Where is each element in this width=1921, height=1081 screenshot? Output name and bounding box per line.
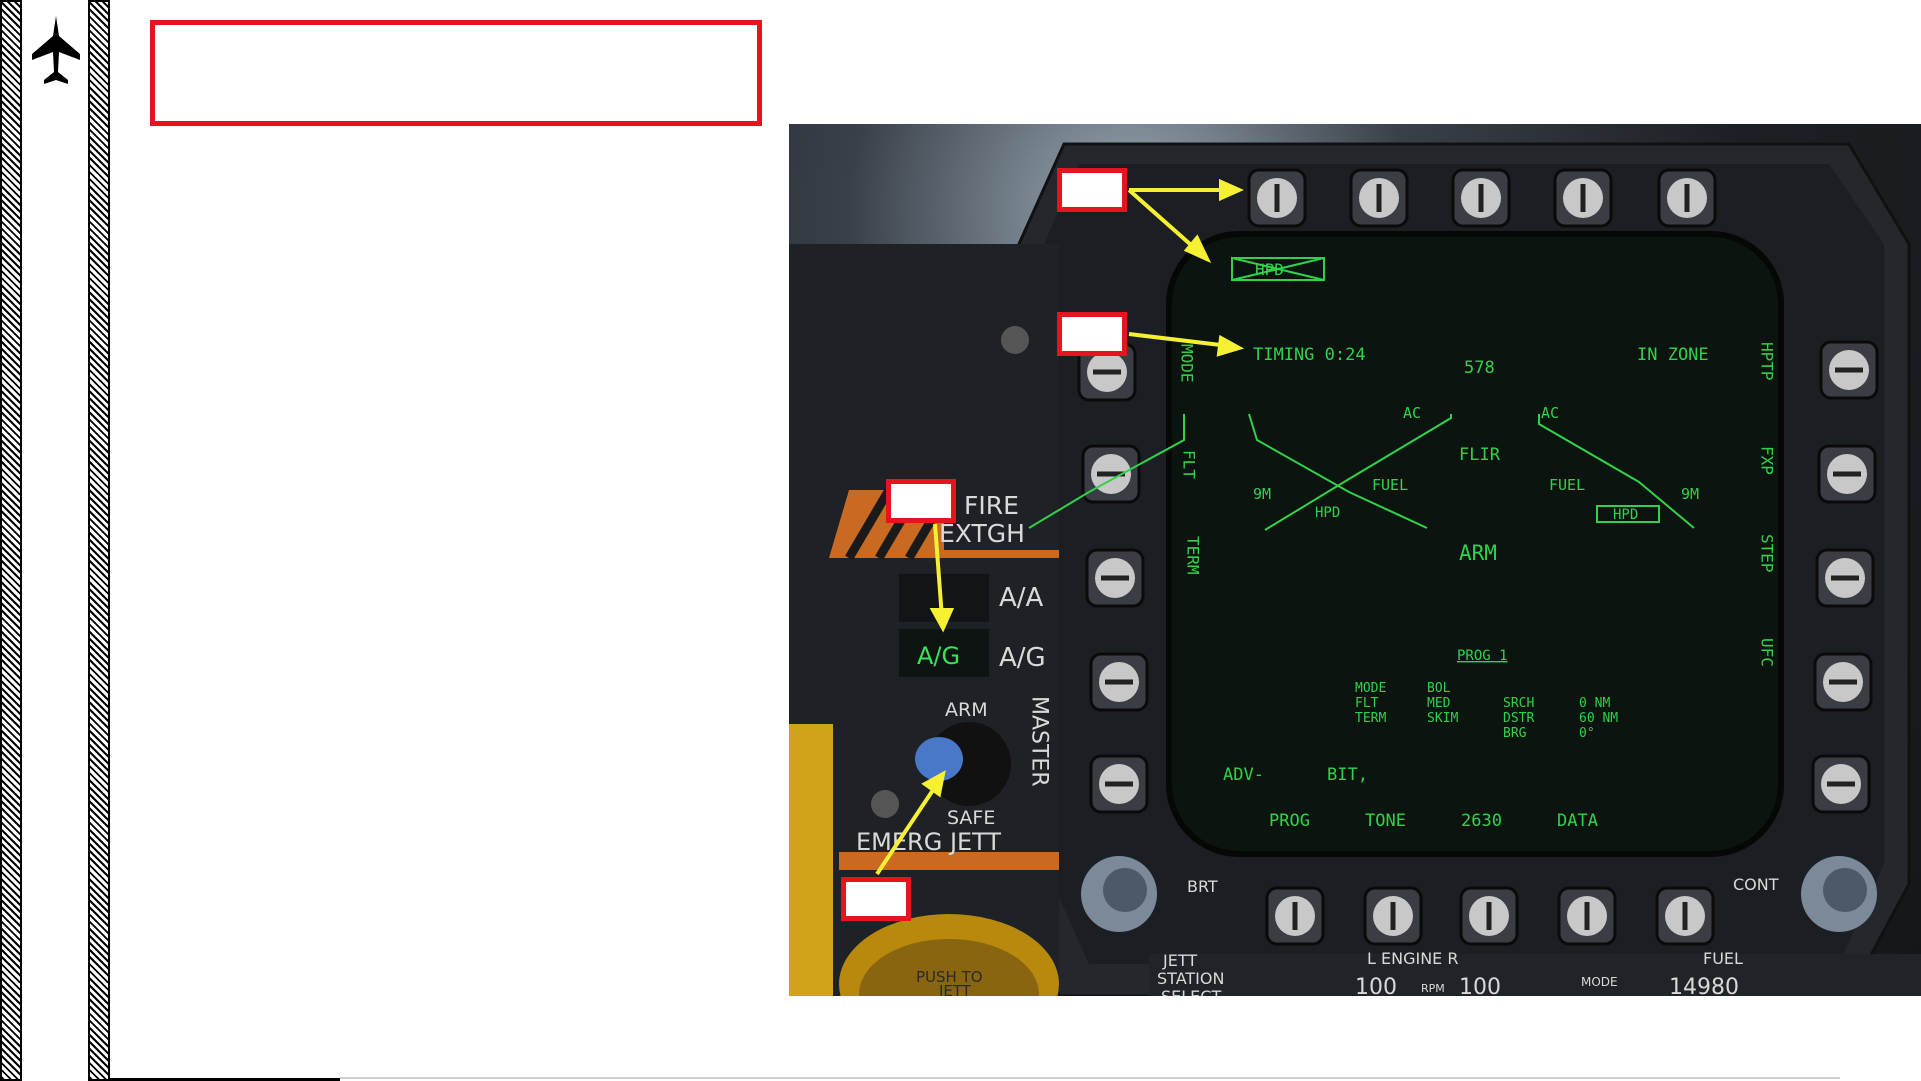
footer-divider [340,1077,1840,1079]
mfd-9m-left: 9M [1253,485,1271,503]
mfd-table-mode: MODE [1355,681,1386,696]
mfd-flir: FLIR [1459,445,1501,465]
rpm-label: RPM [1421,982,1445,995]
mfd-fuel-right: FUEL [1549,476,1585,494]
mfd-osb-data: DATA [1557,811,1598,831]
mfd-osb-prog: PROG [1269,811,1310,831]
mfd-right-step: STEP [1758,534,1777,573]
mfd-table-brg: BRG [1503,726,1527,741]
rpm-right-value: 100 [1459,975,1501,996]
ag-label: A/G [999,643,1046,673]
callout-box-1 [1057,168,1127,212]
title-callout-box [150,20,762,126]
fighter-jet-icon [32,16,80,84]
rpm-left-value: 100 [1355,975,1397,996]
mfd-osb-2630: 2630 [1461,811,1502,831]
mfd-table-0deg: 0° [1579,726,1595,741]
mode-label: MODE [1581,975,1618,989]
callout-box-3 [886,479,956,523]
engine-label: L ENGINE R [1367,949,1458,968]
mfd-left-flt: FLT [1180,450,1199,479]
mfd-right-ufc: UFC [1758,638,1777,667]
extgh-label: EXTGH [939,519,1025,548]
brt-label: BRT [1187,877,1218,896]
mfd-hpd-left: HPD [1315,505,1340,521]
mfd-osb-tone: TONE [1365,811,1406,831]
mfd-table-dstr: DSTR [1503,711,1534,726]
fuel-value: 14980 [1669,975,1739,996]
safe-label: SAFE [947,807,995,829]
arm-label: ARM [945,699,988,721]
mfd-arm: ARM [1459,541,1497,565]
cont-label: CONT [1733,875,1779,894]
select-label: SELECT [1161,987,1221,996]
mfd-timing: TIMING 0:24 [1253,345,1366,365]
jett-station-label: JETT [1162,951,1197,970]
mfd-right-hptp: HPTP [1758,342,1777,381]
aa-label: A/A [999,583,1044,613]
master-label: MASTER [1027,696,1052,787]
mfd-table-skim: SKIM [1427,711,1458,726]
right-striped-rail [88,0,110,1081]
mfd-prog-title: PROG 1 [1457,648,1508,664]
mfd-hpd-right: HPD [1613,507,1638,523]
mfd-right-fxp: FXP [1758,446,1777,475]
mfd-ac-left: AC [1403,404,1421,422]
mfd-table-srch: SRCH [1503,696,1534,711]
mfd-range: 578 [1464,358,1495,378]
mfd-table-bol: BOL [1427,681,1451,696]
mfd-ac-right: AC [1541,404,1559,422]
mfd-table-0nm: 0 NM [1579,696,1610,711]
mfd-9m-right: 9M [1681,485,1699,503]
mfd-table-term: TERM [1355,711,1386,726]
mfd-table-60nm: 60 NM [1579,711,1618,726]
mfd-top-legend: HPD [1255,260,1284,279]
cockpit-screenshot: HPD TIMING 0:24 578 IN ZONE AC AC FLIR F… [789,124,1921,996]
mfd-in-zone: IN ZONE [1637,345,1709,365]
ag-lit-label: A/G [917,642,960,670]
mfd-left-term: TERM [1184,536,1203,575]
mfd-left-mode: MODE [1178,344,1197,383]
mfd-fuel-left: FUEL [1372,476,1408,494]
fuel-label: FUEL [1703,949,1743,968]
mfd-adv: ADV- [1223,765,1264,785]
callout-box-2 [1057,312,1127,356]
push-to-jett-label: JETT [938,982,972,996]
mfd-table-flt: FLT [1355,696,1379,711]
mfd-table-med: MED [1427,696,1451,711]
left-striped-rail [0,0,22,1081]
fire-label: FIRE [964,491,1019,520]
emerg-jett-label: EMERG JETT [856,828,1001,856]
station-label: STATION [1157,969,1224,988]
mfd-bit: BIT, [1327,765,1368,785]
callout-box-4 [841,877,911,921]
